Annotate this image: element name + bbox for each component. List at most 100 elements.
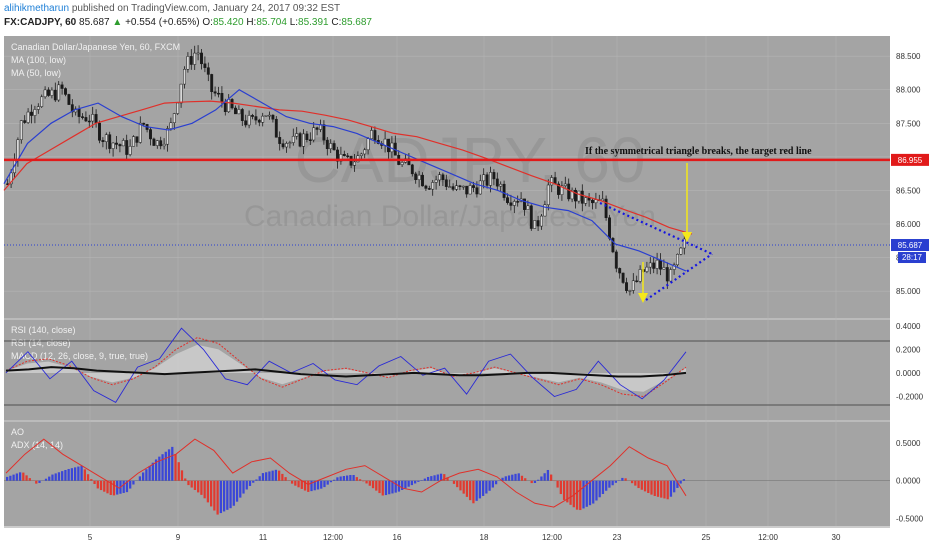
time-tick-label: 12:00 [758, 533, 779, 542]
ao-bar [310, 480, 313, 492]
legend-ma100[interactable]: MA (100, low) [11, 55, 66, 65]
candle-body [332, 143, 336, 151]
legend-rsi140[interactable]: RSI (140, close) [11, 325, 76, 335]
candle-body [662, 267, 666, 270]
candle-body [111, 142, 115, 149]
candle-body [213, 91, 217, 94]
time-tick-label: 12:00 [542, 533, 563, 542]
time-tick-label: 16 [393, 533, 402, 542]
ao-bar [132, 480, 135, 485]
candle-body [87, 120, 91, 123]
legend-ao[interactable]: AO [11, 427, 24, 437]
chart-canvas[interactable]: CADJPY, 60 Canadian Dollar/Japanese Yen … [0, 0, 932, 550]
ao-bar [261, 473, 265, 481]
candle-body [67, 94, 71, 105]
candle-body [665, 267, 669, 282]
ao-bar [378, 480, 381, 494]
ao-bar [333, 479, 336, 481]
candle-body [614, 251, 618, 269]
candle-body [268, 114, 271, 117]
candle-body [635, 280, 639, 283]
ao-bar [25, 475, 28, 481]
oscillator-axis[interactable]: 0.4000 0.2000 0.0000 -0.2000 [896, 322, 924, 402]
ao-bar [99, 480, 103, 491]
candle-body [591, 199, 594, 204]
ao-bar [278, 470, 281, 481]
candle-body [669, 269, 673, 282]
candle-body [421, 174, 424, 187]
time-tick-label: 12:00 [323, 533, 344, 542]
ao-bar [588, 480, 592, 506]
ao-bar [611, 480, 614, 486]
ao-bar [388, 480, 391, 495]
ao-bar [148, 465, 151, 481]
candle-body [441, 174, 445, 180]
candle-body [594, 199, 598, 204]
ao-bar [9, 475, 12, 481]
candle-body [628, 290, 632, 292]
ao-bar [28, 478, 31, 481]
candle-body [563, 183, 567, 187]
ao-bar [673, 480, 676, 493]
time-tick-label: 18 [480, 533, 489, 542]
ao-bar [232, 480, 235, 506]
candle-body [101, 140, 105, 142]
time-tick-label: 25 [702, 533, 711, 542]
candle-body [342, 153, 346, 157]
candle-body [23, 120, 27, 123]
candle-body [132, 136, 135, 147]
ao-bar [336, 477, 339, 481]
ao-bar [679, 480, 682, 484]
candle-body [128, 145, 132, 155]
ao-bar [61, 471, 64, 481]
ao-bar [494, 480, 498, 485]
candle-body [574, 189, 577, 202]
legend-ma50[interactable]: MA (50, low) [11, 68, 61, 78]
ao-bar [540, 476, 543, 481]
ao-bar [504, 476, 507, 481]
ao-bar [430, 476, 433, 481]
candle-body [410, 164, 414, 175]
ao-bar [595, 480, 598, 501]
ao-bar [112, 480, 116, 496]
candle-body [159, 140, 163, 147]
ao-tick-label: 0.5000 [896, 439, 921, 448]
time-axis[interactable]: 5 9 11 12:00 16 18 12:00 23 25 12:00 30 [88, 533, 841, 542]
ao-bar [22, 472, 25, 481]
candle-body [400, 162, 404, 165]
candle-body [482, 174, 486, 182]
ao-bar [556, 480, 559, 488]
candle-body [203, 63, 207, 68]
candle-body [495, 178, 499, 187]
candle-body [57, 84, 61, 101]
price-tick-label: 88.500 [896, 52, 921, 61]
candle-body [305, 133, 309, 140]
candle-body [444, 179, 448, 187]
ao-bar [326, 480, 329, 485]
ao-bar [404, 480, 407, 489]
candle-body [115, 142, 118, 145]
candle-body [149, 129, 152, 140]
candle-body [166, 128, 169, 145]
ao-tick-label: -0.5000 [896, 514, 924, 523]
candle-body [121, 140, 125, 147]
ao-bar [575, 480, 579, 510]
ao-axis[interactable]: 0.5000 0.0000 -0.5000 [896, 439, 924, 524]
candle-body [247, 115, 251, 126]
ao-bar [323, 480, 326, 488]
ao-bar [171, 446, 174, 481]
ao-bar [358, 479, 362, 481]
ao-bar [219, 480, 222, 514]
ao-bar [255, 479, 258, 481]
ao-bar [83, 469, 86, 481]
ao-bar [6, 476, 9, 481]
candle-body [271, 114, 275, 120]
ao-bar [90, 479, 93, 481]
ao-bar [511, 474, 514, 481]
triangle-annotation[interactable]: If the symmetrical triangle breaks, the … [585, 146, 812, 157]
legend-rsi14[interactable]: RSI (14, close) [11, 338, 71, 348]
ao-bar [530, 480, 533, 484]
ao-bar [271, 470, 274, 481]
candle-body [240, 109, 244, 121]
candle-body [621, 272, 625, 283]
